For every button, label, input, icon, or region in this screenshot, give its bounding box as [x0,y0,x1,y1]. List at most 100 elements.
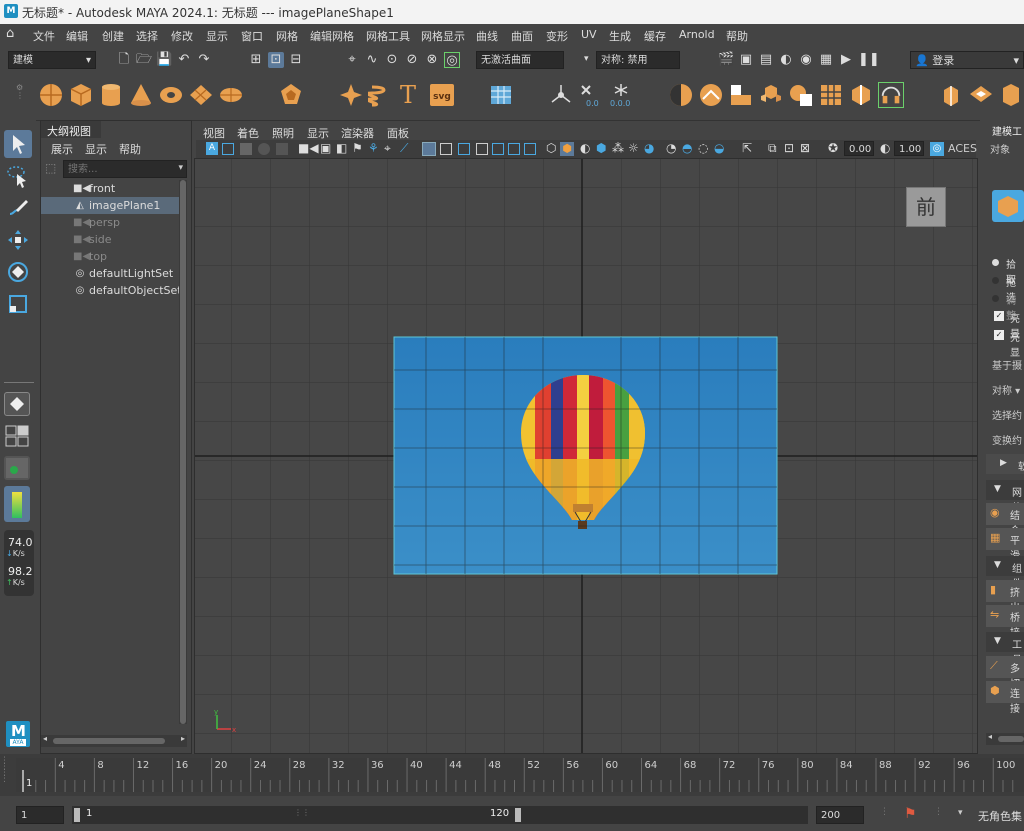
start-time-field[interactable]: 1 [16,806,64,824]
smooth-button[interactable]: ▦平滑 [986,528,1024,562]
outliner-search-field[interactable]: ▾ [63,160,187,178]
default-material-icon[interactable] [476,143,488,155]
xray-mode-icon[interactable]: ◓ [682,141,692,155]
depth-of-field-icon[interactable]: ◕ [644,141,654,155]
exposure-icon[interactable]: ✪ [828,141,838,155]
freeze-transform-icon[interactable]: 0.0.0 [608,82,634,108]
paint-select-tool-icon[interactable] [4,194,32,222]
character-set-label[interactable]: 无角色集 [978,808,1022,824]
snap-point-icon[interactable]: ⊙ [384,52,400,68]
outliner-layout-icon[interactable] [4,456,30,480]
poly-platonic-icon[interactable] [278,82,304,108]
combine-icon[interactable] [728,82,754,108]
menu-generate[interactable]: 生成 [609,28,631,44]
tools-section[interactable]: ▼工具 [986,632,1024,666]
component-xray-icon[interactable]: ◌ [698,141,708,155]
outliner-filter-icon[interactable]: ⬚ [45,161,61,177]
render-current-icon[interactable]: 🎬 [718,52,734,68]
menu-create[interactable]: 创建 [102,28,124,44]
outliner-menu-help[interactable]: 帮助 [119,141,141,157]
outliner-menu-display[interactable]: 显示 [85,141,107,157]
bevel-icon[interactable] [848,82,874,108]
snap-view-icon[interactable]: ⊘ [404,52,420,68]
gate-mask-icon[interactable]: ⚑ [352,141,363,155]
xray-icon[interactable]: ⬡ [546,141,556,155]
image-plane[interactable] [195,159,977,753]
symmetry-field[interactable]: 对称: 禁用 [596,51,680,69]
outliner-search-input[interactable] [66,161,168,177]
poly-sphere-icon[interactable] [38,82,64,108]
gamma-icon[interactable]: ◐ [880,141,890,155]
select-hierarchy-icon[interactable]: ⊞ [248,52,264,68]
menu-surfaces[interactable]: 曲面 [511,28,533,44]
home-icon[interactable]: ⌂ [6,27,20,41]
resolution-gate-icon[interactable]: ◧ [336,141,347,155]
fit-selected-icon[interactable]: ⊠ [800,141,810,155]
soft-select-section[interactable]: ▶ 软 [986,454,1024,474]
camera-attributes-icon[interactable] [222,143,234,155]
ipr-render-icon[interactable]: ▣ [738,52,754,68]
highlight-checkbox-2[interactable]: ✓ [994,330,1004,340]
range-slider-track[interactable]: 1 ⋮⋮ 120 [72,806,808,824]
outliner-hscroll[interactable]: ◂ ▸ [41,734,187,747]
smooth-shade-icon[interactable] [458,143,470,155]
scale-tool-icon[interactable] [4,290,32,318]
delete-history-icon[interactable]: 0.0 [578,82,604,108]
view-transform-label[interactable]: ACES [948,142,977,155]
menu-cache[interactable]: 缓存 [644,28,666,44]
mesh-section[interactable]: ▼网格 [986,480,1024,514]
motion-blur-icon[interactable]: ⁂ [612,141,624,155]
separate-icon[interactable] [758,82,784,108]
open-scene-icon[interactable]: 🗁 [136,52,152,68]
menu-display[interactable]: 显示 [206,28,228,44]
select-tool-icon[interactable] [4,130,32,158]
texture-xray-icon[interactable]: ◒ [714,141,724,155]
outliner-item-top[interactable]: ■◀ top [41,248,179,265]
grid-toggle-icon[interactable] [422,142,436,156]
bridge-button[interactable]: ⇋桥接 [986,605,1024,639]
outliner-vscroll[interactable] [179,180,187,724]
symmetry-dropdown-arrow[interactable]: ▾ [584,54,589,64]
safe-title-icon[interactable]: ⟋ [400,141,408,156]
extract-icon[interactable] [818,82,844,108]
field-chart-icon[interactable]: ⚘ [368,141,379,155]
image-plane-icon[interactable] [258,143,270,155]
snap-surface-icon[interactable]: ⊗ [424,52,440,68]
view-cube-front[interactable]: 前 [906,187,946,227]
poly-torus-icon[interactable] [158,82,184,108]
search-dropdown-arrow-icon[interactable]: ▾ [178,163,183,173]
end-time-field[interactable]: 200 [816,806,864,824]
textured-icon[interactable] [492,143,504,155]
select-camera-icon[interactable]: A [206,142,218,155]
pivot-icon[interactable] [548,82,574,108]
outliner-item-front[interactable]: ■◀ front [41,180,179,197]
xray-active-icon[interactable]: ⬢ [560,142,574,156]
ambient-occlusion-icon[interactable]: ⬢ [596,141,606,155]
outliner-item-defaultlightset[interactable]: ◎ defaultLightSet [41,265,179,282]
safe-action-icon[interactable]: ⌖ [384,141,391,156]
pick-radio[interactable] [992,259,999,266]
range-end-handle[interactable] [515,808,521,822]
menu-curves[interactable]: 曲线 [476,28,498,44]
viewport-menu-shading[interactable]: 着色 [237,125,259,141]
lasso-tool-icon[interactable] [4,162,32,190]
viewport-menu-view[interactable]: 视图 [203,125,225,141]
menu-set-dropdown[interactable]: 建模 ▾ [8,51,96,69]
outliner-item-side[interactable]: ■◀ side [41,231,179,248]
outliner-menu-showing[interactable]: 展示 [51,141,73,157]
helix-icon[interactable] [368,82,394,108]
poly-cube-icon[interactable] [68,82,94,108]
viewport-front[interactable]: 前 x y [194,158,978,754]
combine-button[interactable]: ◉结合 [986,503,1024,537]
single-view-layout-icon[interactable] [4,392,30,416]
multi-cut-button[interactable]: ⟋多切 [986,656,1024,690]
save-scene-icon[interactable]: 💾 [156,52,172,68]
tweak-radio[interactable] [992,295,999,302]
range-drag-grip[interactable]: ⋮⋮ [294,808,310,817]
mirror-icon[interactable] [788,82,814,108]
outliner-item-defaultobjectset[interactable]: ◎ defaultObjectSet [41,282,182,299]
menu-arnold[interactable]: Arnold [679,28,715,41]
login-button[interactable]: 👤 登录 ▾ [910,51,1024,69]
extrude-icon[interactable] [938,82,964,108]
menu-file[interactable]: 文件 [33,28,55,44]
